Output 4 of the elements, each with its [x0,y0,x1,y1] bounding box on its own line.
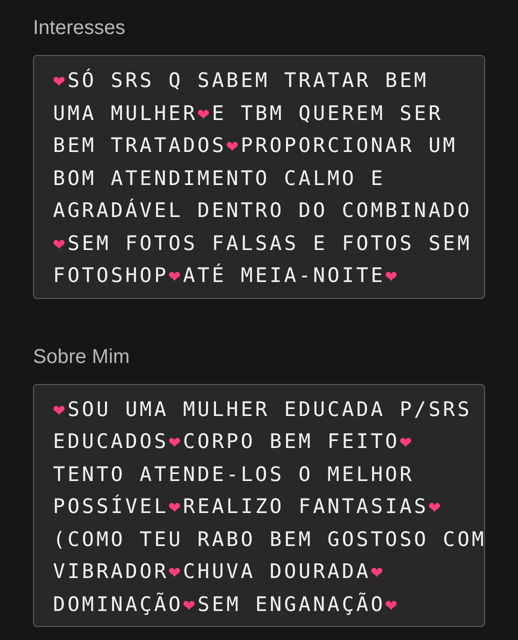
section-label: Interesses [33,16,126,41]
section-label: Sobre Mim [33,344,130,370]
text-content: ❤SÓ SRS Q SABEM TRATAR BEM UMA MULHER❤E TBM QUEREM SER BEM TRATADOS❤PROPORCIONAR UM BOM ATENDIMENTO CALMO E AGRADÁVEL DENTRO DO COMBINADO ❤SEM FOTOS FALSAS E FOTOS SEM FOTOSHOP❤ATÉ MEIA-NOITE❤ [53,67,473,289]
text-area[interactable]: ❤SÓ SRS Q SABEM TRATAR BEM UMA MULHER❤E TBM QUEREM SER BEM TRATADOS❤PROPORCIONAR UM BOM ATENDIMENTO CALMO E AGRADÁVEL DENTRO DO COMBINADO ❤SEM FOTOS FALSAS E FOTOS SEM FOTOSHOP❤ATÉ MEIA-NOITE❤ [33,55,485,298]
